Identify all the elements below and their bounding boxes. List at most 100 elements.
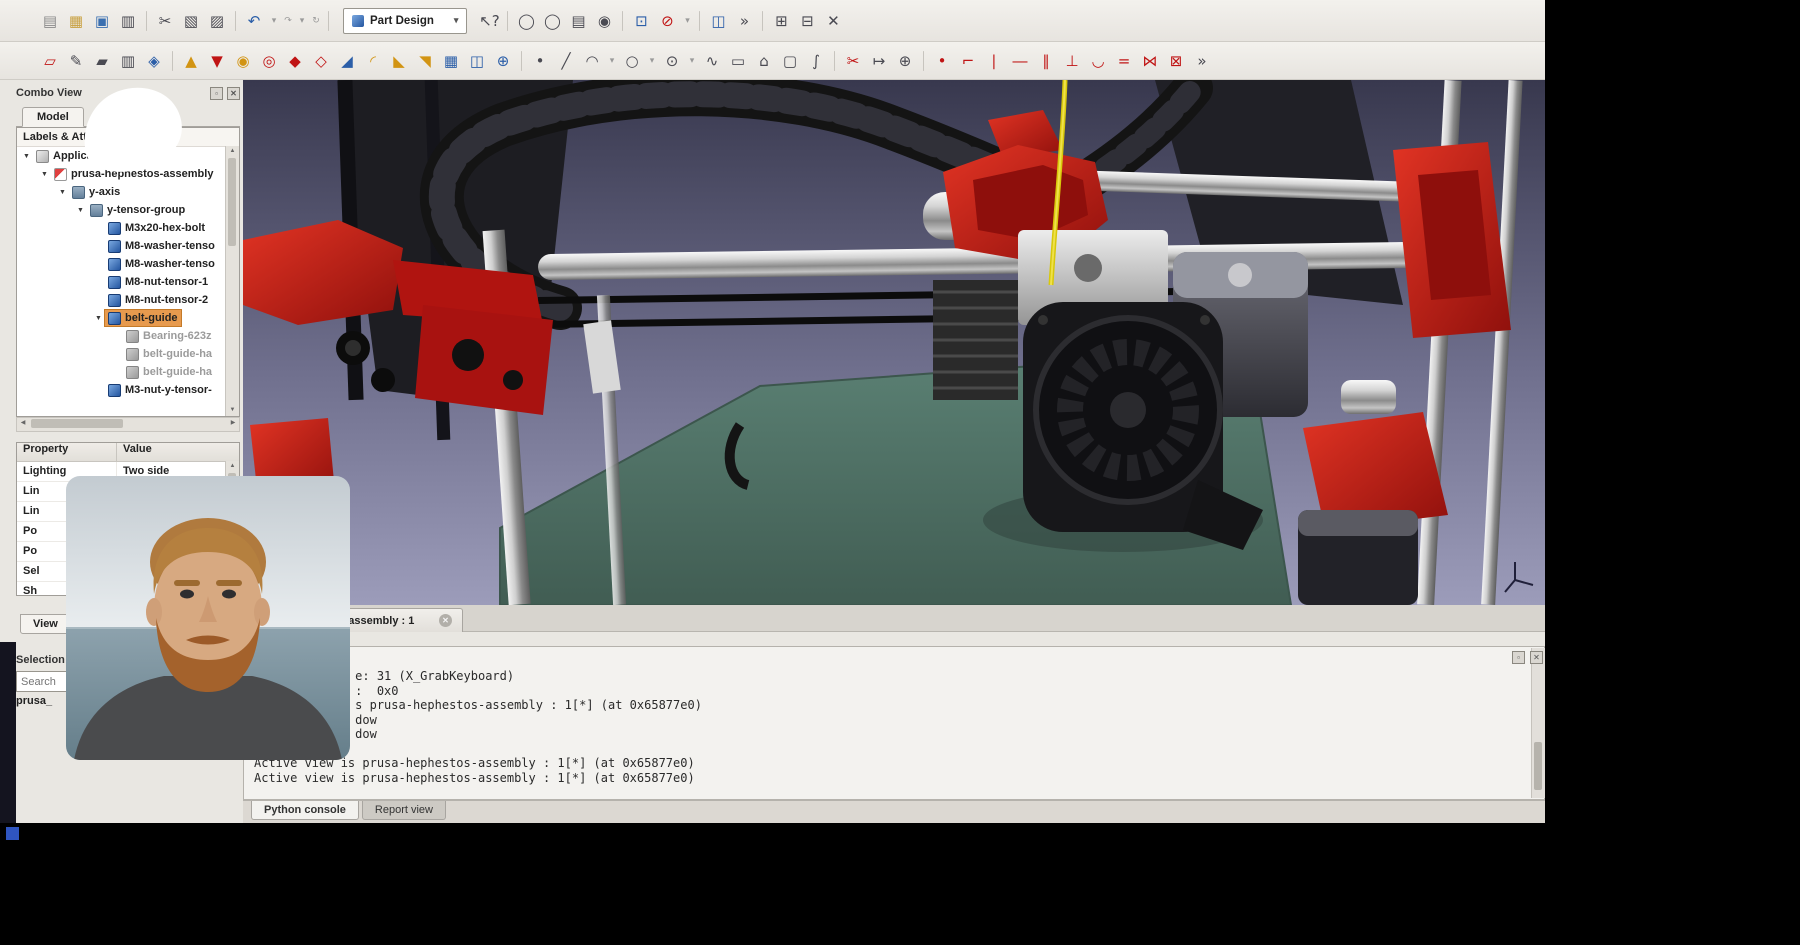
mirrored-icon[interactable]: ◫	[465, 48, 489, 74]
conic-dropdown-icon[interactable]: ▾	[686, 48, 698, 74]
arc-dropdown-icon[interactable]: ▾	[606, 48, 618, 74]
tree-item[interactable]: M3x20-hex-bolt	[17, 219, 239, 237]
external-geometry-icon[interactable]: ⊕	[893, 48, 917, 74]
map-sketch-icon[interactable]: ▰	[90, 48, 114, 74]
clear-selection-icon[interactable]: ✕	[821, 8, 845, 34]
create-body-icon[interactable]: ◈	[142, 48, 166, 74]
macro-execute-icon[interactable]: ◉	[592, 8, 616, 34]
circle-icon[interactable]: ○	[620, 48, 644, 74]
redo-dropdown-icon[interactable]: ▾	[296, 8, 308, 34]
constraint-perpendicular-icon[interactable]: ⊥	[1060, 48, 1084, 74]
constraint-horizontal-icon[interactable]: ―	[1008, 48, 1032, 74]
tree-expander-icon[interactable]: ▼	[93, 315, 104, 322]
tree-item[interactable]: M8-nut-tensor-2	[17, 291, 239, 309]
slot-icon[interactable]: ▢	[778, 48, 802, 74]
create-sketch-icon[interactable]: ▱	[38, 48, 62, 74]
circle-dropdown-icon[interactable]: ▾	[646, 48, 658, 74]
subtractive-loft-icon[interactable]: ◇	[309, 48, 333, 74]
tree-horizontal-scrollbar[interactable]: ◀ ▶	[16, 417, 240, 432]
additive-pipe-icon[interactable]: ◢	[335, 48, 359, 74]
rectangle-icon[interactable]: ▭	[726, 48, 750, 74]
edit-sketch-icon[interactable]: ✎	[64, 48, 88, 74]
print-icon[interactable]: ▥	[116, 8, 140, 34]
box-element-selection-icon[interactable]: ⊟	[795, 8, 819, 34]
macro-edit-icon[interactable]: ▤	[566, 8, 590, 34]
constraint-vertical-icon[interactable]: ∣	[982, 48, 1006, 74]
save-icon[interactable]: ▣	[90, 8, 114, 34]
scroll-right-icon[interactable]: ▶	[227, 418, 239, 429]
chamfer-icon[interactable]: ◣	[387, 48, 411, 74]
revolution-icon[interactable]: ◉	[231, 48, 255, 74]
extend-icon[interactable]: ↦	[867, 48, 891, 74]
tab-model[interactable]: Model	[22, 107, 84, 127]
macro-stop-icon[interactable]: ◯	[540, 8, 564, 34]
open-file-icon[interactable]: ▦	[64, 8, 88, 34]
validate-sketch-icon[interactable]: ▥	[116, 48, 140, 74]
tree-item[interactable]: ▼ belt-guide	[17, 309, 239, 327]
constraint-tangent-icon[interactable]: ◡	[1086, 48, 1110, 74]
linear-pattern-icon[interactable]: ▦	[439, 48, 463, 74]
workbench-selector[interactable]: Part Design ▾	[343, 8, 467, 34]
polyline-icon[interactable]: ∿	[700, 48, 724, 74]
draft-icon[interactable]: ◥	[413, 48, 437, 74]
boolean-icon[interactable]: ⊕	[491, 48, 515, 74]
tree-expander-icon[interactable]: ▼	[57, 189, 68, 196]
scroll-left-icon[interactable]: ◀	[17, 418, 29, 429]
cut-icon[interactable]: ✂	[153, 8, 177, 34]
box-selection-icon[interactable]: ⊞	[769, 8, 793, 34]
tree-expander-icon[interactable]: ▼	[75, 207, 86, 214]
scrollbar-thumb[interactable]	[1534, 742, 1542, 790]
trim-icon[interactable]: ✂	[841, 48, 865, 74]
scroll-down-icon[interactable]: ▼	[226, 405, 239, 416]
macro-record-icon[interactable]: ◯	[514, 8, 538, 34]
pad-icon[interactable]: ▲	[179, 48, 203, 74]
paste-icon[interactable]: ▨	[205, 8, 229, 34]
constraint-symmetric-icon[interactable]: ⋈	[1138, 48, 1162, 74]
console-close-icon[interactable]: ✕	[1530, 651, 1543, 664]
tree-item[interactable]: belt-guide-ha	[17, 363, 239, 381]
constraint-lock-icon[interactable]: ⊠	[1164, 48, 1188, 74]
panel-close-icon[interactable]: ✕	[227, 87, 240, 100]
point-icon[interactable]: •	[528, 48, 552, 74]
python-console[interactable]: e: 31 (X_GrabKeyboard) : 0x0 s prusa-hep…	[243, 646, 1545, 800]
isometric-view-icon[interactable]: ◫	[706, 8, 730, 34]
copy-icon[interactable]: ▧	[179, 8, 203, 34]
conic-icon[interactable]: ⊙	[660, 48, 684, 74]
tab-view[interactable]: View	[20, 614, 71, 634]
zoom-to-selection-icon[interactable]: ⊡	[629, 8, 653, 34]
scroll-up-icon[interactable]: ▲	[226, 146, 239, 157]
additive-loft-icon[interactable]: ◆	[283, 48, 307, 74]
scrollbar-thumb[interactable]	[31, 419, 123, 428]
refresh-icon[interactable]: ↻	[310, 8, 322, 34]
constraint-point-on-object-icon[interactable]: ⌐	[956, 48, 980, 74]
undo-dropdown-icon[interactable]: ▾	[268, 8, 280, 34]
tree-item[interactable]: M8-washer-tenso	[17, 237, 239, 255]
tree-item[interactable]: M3-nut-y-tensor-	[17, 381, 239, 399]
bottom-panel-tab[interactable]: Report view	[362, 801, 446, 820]
fillet-icon[interactable]: ◜	[361, 48, 385, 74]
tree-item[interactable]: belt-guide-ha	[17, 345, 239, 363]
views-overflow-chevron[interactable]: »	[732, 8, 756, 34]
console-scrollbar[interactable]	[1531, 648, 1545, 798]
constraint-coincident-icon[interactable]: •	[930, 48, 954, 74]
document-tab-close-icon[interactable]: ✕	[439, 614, 452, 627]
toolbar-overflow-chevron[interactable]: »	[1190, 48, 1214, 74]
constraint-equal-icon[interactable]: =	[1112, 48, 1136, 74]
pocket-icon[interactable]: ▼	[205, 48, 229, 74]
panel-undock-icon[interactable]: ▫	[210, 87, 223, 100]
taskbar-icon[interactable]	[6, 827, 19, 840]
bottom-panel-tab[interactable]: Python console	[251, 801, 359, 820]
line-icon[interactable]: ╱	[554, 48, 578, 74]
groove-icon[interactable]: ◎	[257, 48, 281, 74]
tree-item[interactable]: ▼ y-axis	[17, 183, 239, 201]
draw-style-icon[interactable]: ⊘	[655, 8, 679, 34]
arc-icon[interactable]: ◠	[580, 48, 604, 74]
bspline-icon[interactable]: ∫	[804, 48, 828, 74]
new-document-icon[interactable]: ▤	[38, 8, 62, 34]
whats-this-icon[interactable]: ↖?	[477, 8, 501, 34]
tree-item[interactable]: M8-nut-tensor-1	[17, 273, 239, 291]
tree-vertical-scrollbar[interactable]: ▲ ▼	[225, 146, 239, 416]
tree-item[interactable]: M8-washer-tenso	[17, 255, 239, 273]
tree-item[interactable]: Bearing-623z	[17, 327, 239, 345]
polygon-icon[interactable]: ⌂	[752, 48, 776, 74]
